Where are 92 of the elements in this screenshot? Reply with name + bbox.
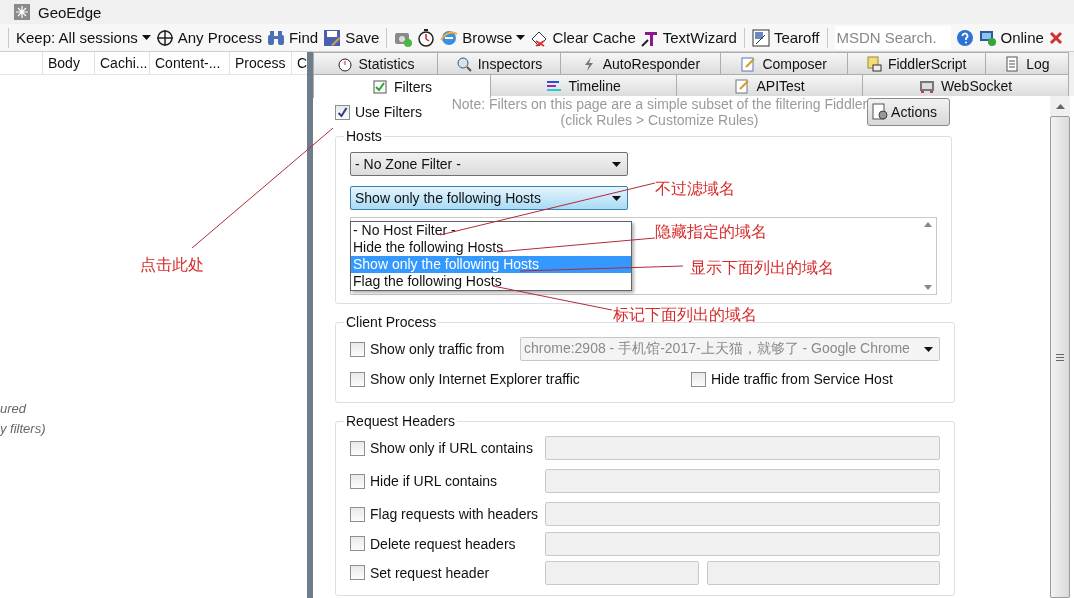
checkbox[interactable] <box>350 506 365 522</box>
column-header[interactable]: Body <box>42 52 94 74</box>
empty-list-message: y filters) <box>0 420 46 438</box>
crosshair-icon <box>155 28 174 47</box>
magnifier-icon <box>455 55 472 72</box>
checkbox[interactable] <box>350 371 365 387</box>
note-text: Note: Filters on this page are a simple subset of the filtering Fiddler <box>451 96 868 112</box>
dropdown-option[interactable]: Hide the following Hosts <box>351 239 631 256</box>
caret-icon <box>612 195 621 201</box>
dropdown-option[interactable]: Flag the following Hosts <box>351 273 631 290</box>
text-field[interactable] <box>545 531 940 556</box>
actions-button[interactable]: Actions <box>867 98 950 126</box>
checkbox[interactable] <box>350 473 365 489</box>
caret-icon <box>924 346 933 352</box>
zone-filter-dropdown[interactable]: - No Zone Filter - <box>350 152 628 176</box>
text-field[interactable] <box>545 469 940 493</box>
toolbar-button[interactable]: Clear Cache <box>530 28 636 47</box>
close-icon[interactable] <box>1048 30 1063 45</box>
checkbox[interactable] <box>335 104 350 120</box>
tab[interactable]: Log <box>984 52 1069 74</box>
tab[interactable]: AutoResponder <box>560 52 721 74</box>
monitor-icon <box>978 28 997 47</box>
caret-icon <box>516 35 526 40</box>
toolbar-button[interactable]: Online <box>978 28 1044 47</box>
scroll-down-icon[interactable] <box>924 285 932 290</box>
globe-icon <box>440 28 459 47</box>
use-filters-checkbox[interactable]: Use Filters <box>335 104 422 120</box>
gear-document-icon <box>871 103 890 121</box>
pencil-note-icon <box>734 77 751 94</box>
annotation-text: 隐藏指定的域名 <box>655 222 767 242</box>
empty-list-message: ured <box>0 400 27 418</box>
header-filter-checkbox[interactable]: Show only if URL contains <box>350 440 545 456</box>
column-header[interactable]: Process <box>229 52 291 74</box>
annotation-text: 显示下面列出的域名 <box>690 258 834 278</box>
window-icon <box>751 28 770 47</box>
checkbox[interactable] <box>350 536 365 551</box>
service-host-checkbox[interactable]: Hide traffic from Service Host <box>691 371 893 387</box>
search-field[interactable]: MSDN Search. <box>834 26 951 49</box>
group-title: Hosts <box>345 128 383 144</box>
toolbar-button[interactable]: Find <box>266 28 319 47</box>
caret-icon <box>612 161 621 167</box>
tab[interactable]: WebSocket <box>862 74 1069 96</box>
tab[interactable]: Filters <box>313 74 492 98</box>
text-field[interactable] <box>545 436 940 460</box>
scroll-up-icon[interactable] <box>924 222 932 227</box>
toolbar-button[interactable]: TextWizard <box>640 28 737 47</box>
tab[interactable]: Inspectors <box>437 52 562 74</box>
checkbox[interactable] <box>691 371 706 387</box>
toolbar-button[interactable]: Save <box>323 28 380 47</box>
tab[interactable]: Composer <box>719 52 848 74</box>
annotation-text: 不过滤域名 <box>655 179 735 199</box>
header-filter-checkbox[interactable]: Set request header <box>350 564 545 581</box>
tab[interactable]: Timeline <box>490 74 678 96</box>
tab[interactable]: Statistics <box>313 52 438 74</box>
column-header[interactable]: Cachi... <box>94 52 149 74</box>
ie-traffic-checkbox[interactable]: Show only Internet Explorer traffic <box>350 371 691 387</box>
caret-icon <box>141 35 151 40</box>
document-icon <box>1004 55 1021 72</box>
group-title: Client Process <box>345 314 438 330</box>
window-title: GeoEdge <box>38 3 102 21</box>
scroll-up-icon[interactable] <box>1055 103 1065 109</box>
app-icon <box>14 4 30 20</box>
note-text: (click Rules > Customize Rules) <box>560 112 759 128</box>
toolbar-dropdown[interactable]: Browse <box>440 28 526 47</box>
dropdown-option[interactable]: - No Host Filter - <box>351 222 631 239</box>
header-filter-checkbox[interactable]: Flag requests with headers <box>350 506 545 522</box>
header-filter-checkbox[interactable]: Delete request headers <box>350 535 545 552</box>
checkbox[interactable] <box>350 565 365 580</box>
scroll-thumb[interactable] <box>1050 116 1070 598</box>
column-header[interactable]: Content-... <box>149 52 229 74</box>
checkbox-icon <box>371 78 388 95</box>
toolbar-button[interactable]: Any Process <box>155 28 262 47</box>
tab[interactable]: FiddlerScript <box>846 52 986 74</box>
header-name-field[interactable] <box>545 560 699 585</box>
binoculars-icon <box>266 28 285 47</box>
group-title: Request Headers <box>345 413 456 429</box>
tab[interactable]: APITest <box>676 74 864 96</box>
script-icon <box>865 55 882 72</box>
toolbar-button[interactable]: Tearoff <box>751 28 820 47</box>
stopwatch-icon <box>336 55 353 72</box>
annotation-text: 标记下面列出的域名 <box>613 305 757 325</box>
header-value-field[interactable] <box>707 560 940 585</box>
text-field[interactable] <box>545 502 940 526</box>
header-filter-checkbox[interactable]: Hide if URL contains <box>350 473 545 489</box>
host-filter-dropdown[interactable]: Show only the following Hosts <box>350 186 628 210</box>
help-icon[interactable] <box>955 28 974 47</box>
annotation-text: 点击此处 <box>140 255 204 275</box>
pencil-note-icon <box>740 55 757 72</box>
toolbar-dropdown[interactable]: Keep: All sessions <box>16 29 151 46</box>
grip-icon <box>1056 353 1064 361</box>
stopwatch-icon[interactable] <box>417 28 436 47</box>
checkbox[interactable] <box>350 440 365 456</box>
